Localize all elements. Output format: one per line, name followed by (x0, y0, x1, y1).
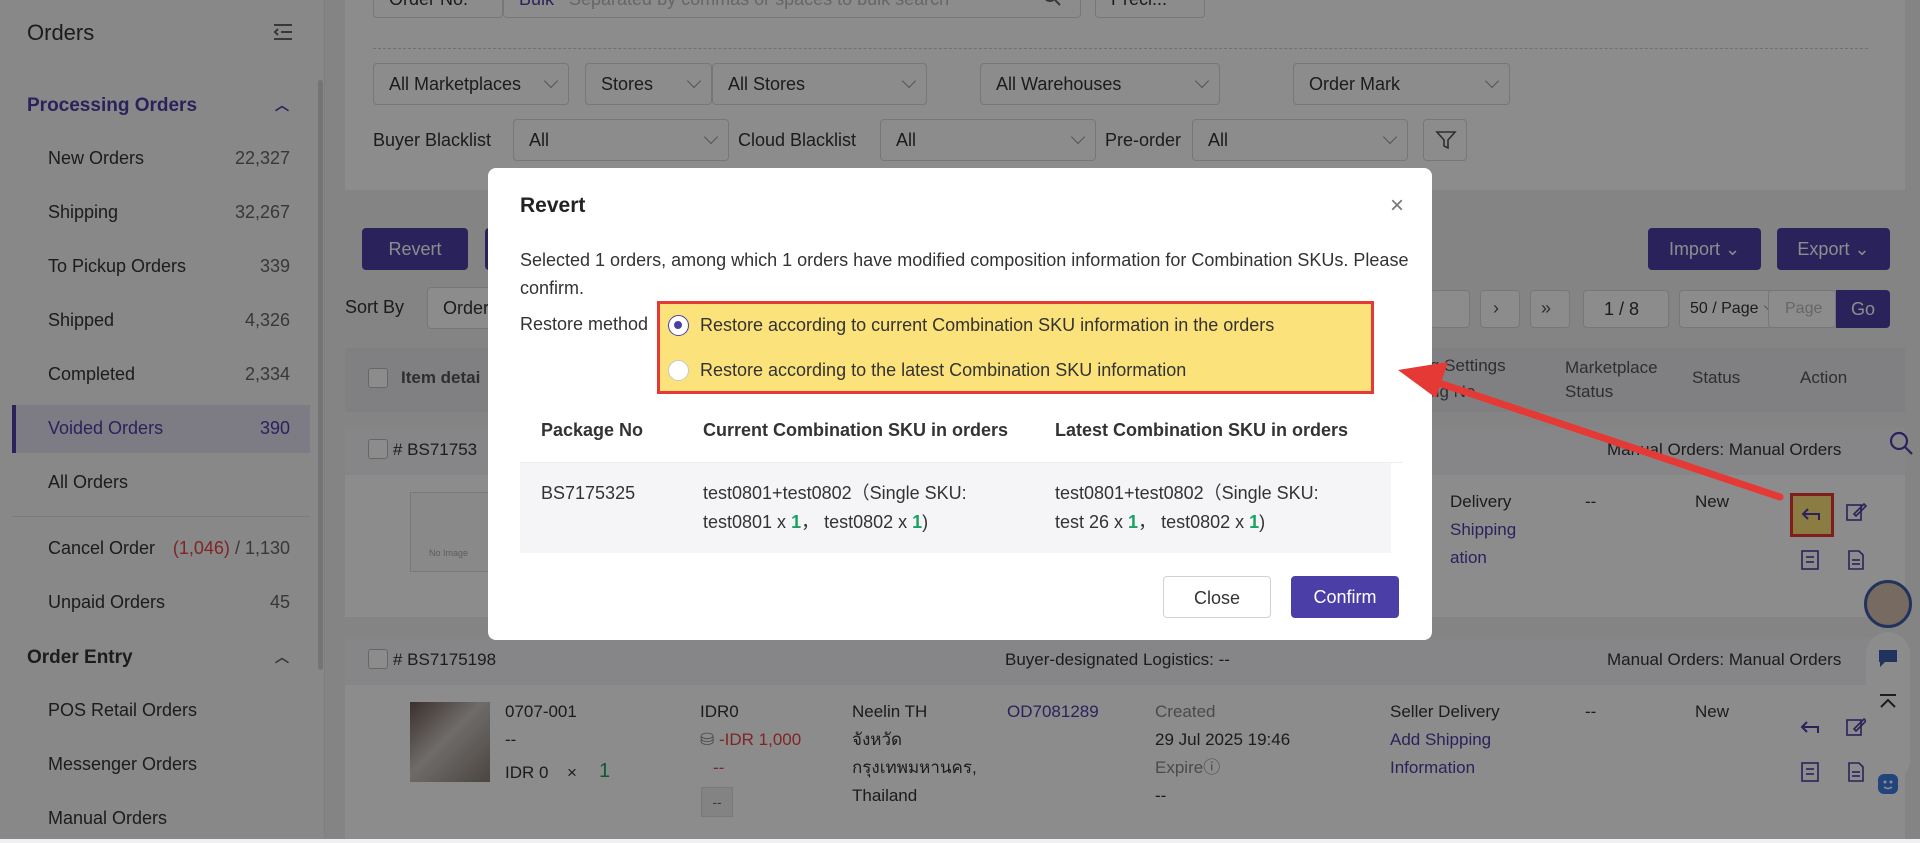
sku-component: ， test0802 x (801, 512, 913, 532)
close-button[interactable]: Close (1163, 576, 1271, 618)
sku-component: ， test0802 x (1138, 512, 1250, 532)
column-header-latest-sku: Latest Combination SKU in orders (1055, 420, 1349, 440)
latest-sku-line: test0801+test0802（Single SKU: (1055, 483, 1319, 503)
dialog-description: Selected 1 orders, among which 1 orders … (520, 250, 1409, 298)
sku-comparison-table: Package No Current Combination SKU in or… (520, 400, 1403, 553)
table-row: BS7175325 test0801+test0802（Single SKU: … (520, 463, 1391, 553)
package-number: BS7175325 (541, 483, 636, 503)
sku-component: test0801 x (703, 512, 792, 532)
restore-options-highlight: Restore according to current Combination… (657, 301, 1374, 394)
sku-component: test 26 x (1055, 512, 1129, 532)
revert-dialog: Revert × Selected 1 orders, among which … (488, 168, 1432, 640)
current-sku-components: test0801 x 1， test0802 x 1) (703, 508, 1033, 537)
radio-latest-sku[interactable] (668, 360, 689, 381)
option-current-sku-label[interactable]: Restore according to current Combination… (700, 315, 1274, 336)
sku-qty: 1 (791, 512, 802, 532)
sku-qty: 1 (1249, 512, 1260, 532)
latest-sku-cell: test0801+test0802（Single SKU: test 26 x … (1055, 479, 1385, 537)
dialog-title: Revert (520, 194, 586, 217)
sku-qty: 1 (1128, 512, 1139, 532)
current-sku-cell: test0801+test0802（Single SKU: test0801 x… (703, 479, 1033, 537)
table-scrollbar-gap (1391, 463, 1403, 553)
table-header: Package No Current Combination SKU in or… (520, 400, 1403, 463)
current-sku-line: test0801+test0802（Single SKU: (703, 483, 967, 503)
latest-sku-components: test 26 x 1， test0802 x 1) (1055, 508, 1385, 537)
radio-current-sku[interactable] (668, 315, 689, 336)
sku-end: ) (922, 512, 929, 532)
column-header-package: Package No (541, 420, 644, 440)
close-icon[interactable]: × (1390, 192, 1404, 220)
sku-qty: 1 (912, 512, 923, 532)
restore-method-label: Restore method (520, 314, 649, 334)
sku-end: ) (1259, 512, 1266, 532)
option-latest-sku-label[interactable]: Restore according to the latest Combinat… (700, 360, 1186, 381)
column-header-current-sku: Current Combination SKU in orders (703, 420, 1009, 440)
confirm-button[interactable]: Confirm (1291, 576, 1399, 618)
